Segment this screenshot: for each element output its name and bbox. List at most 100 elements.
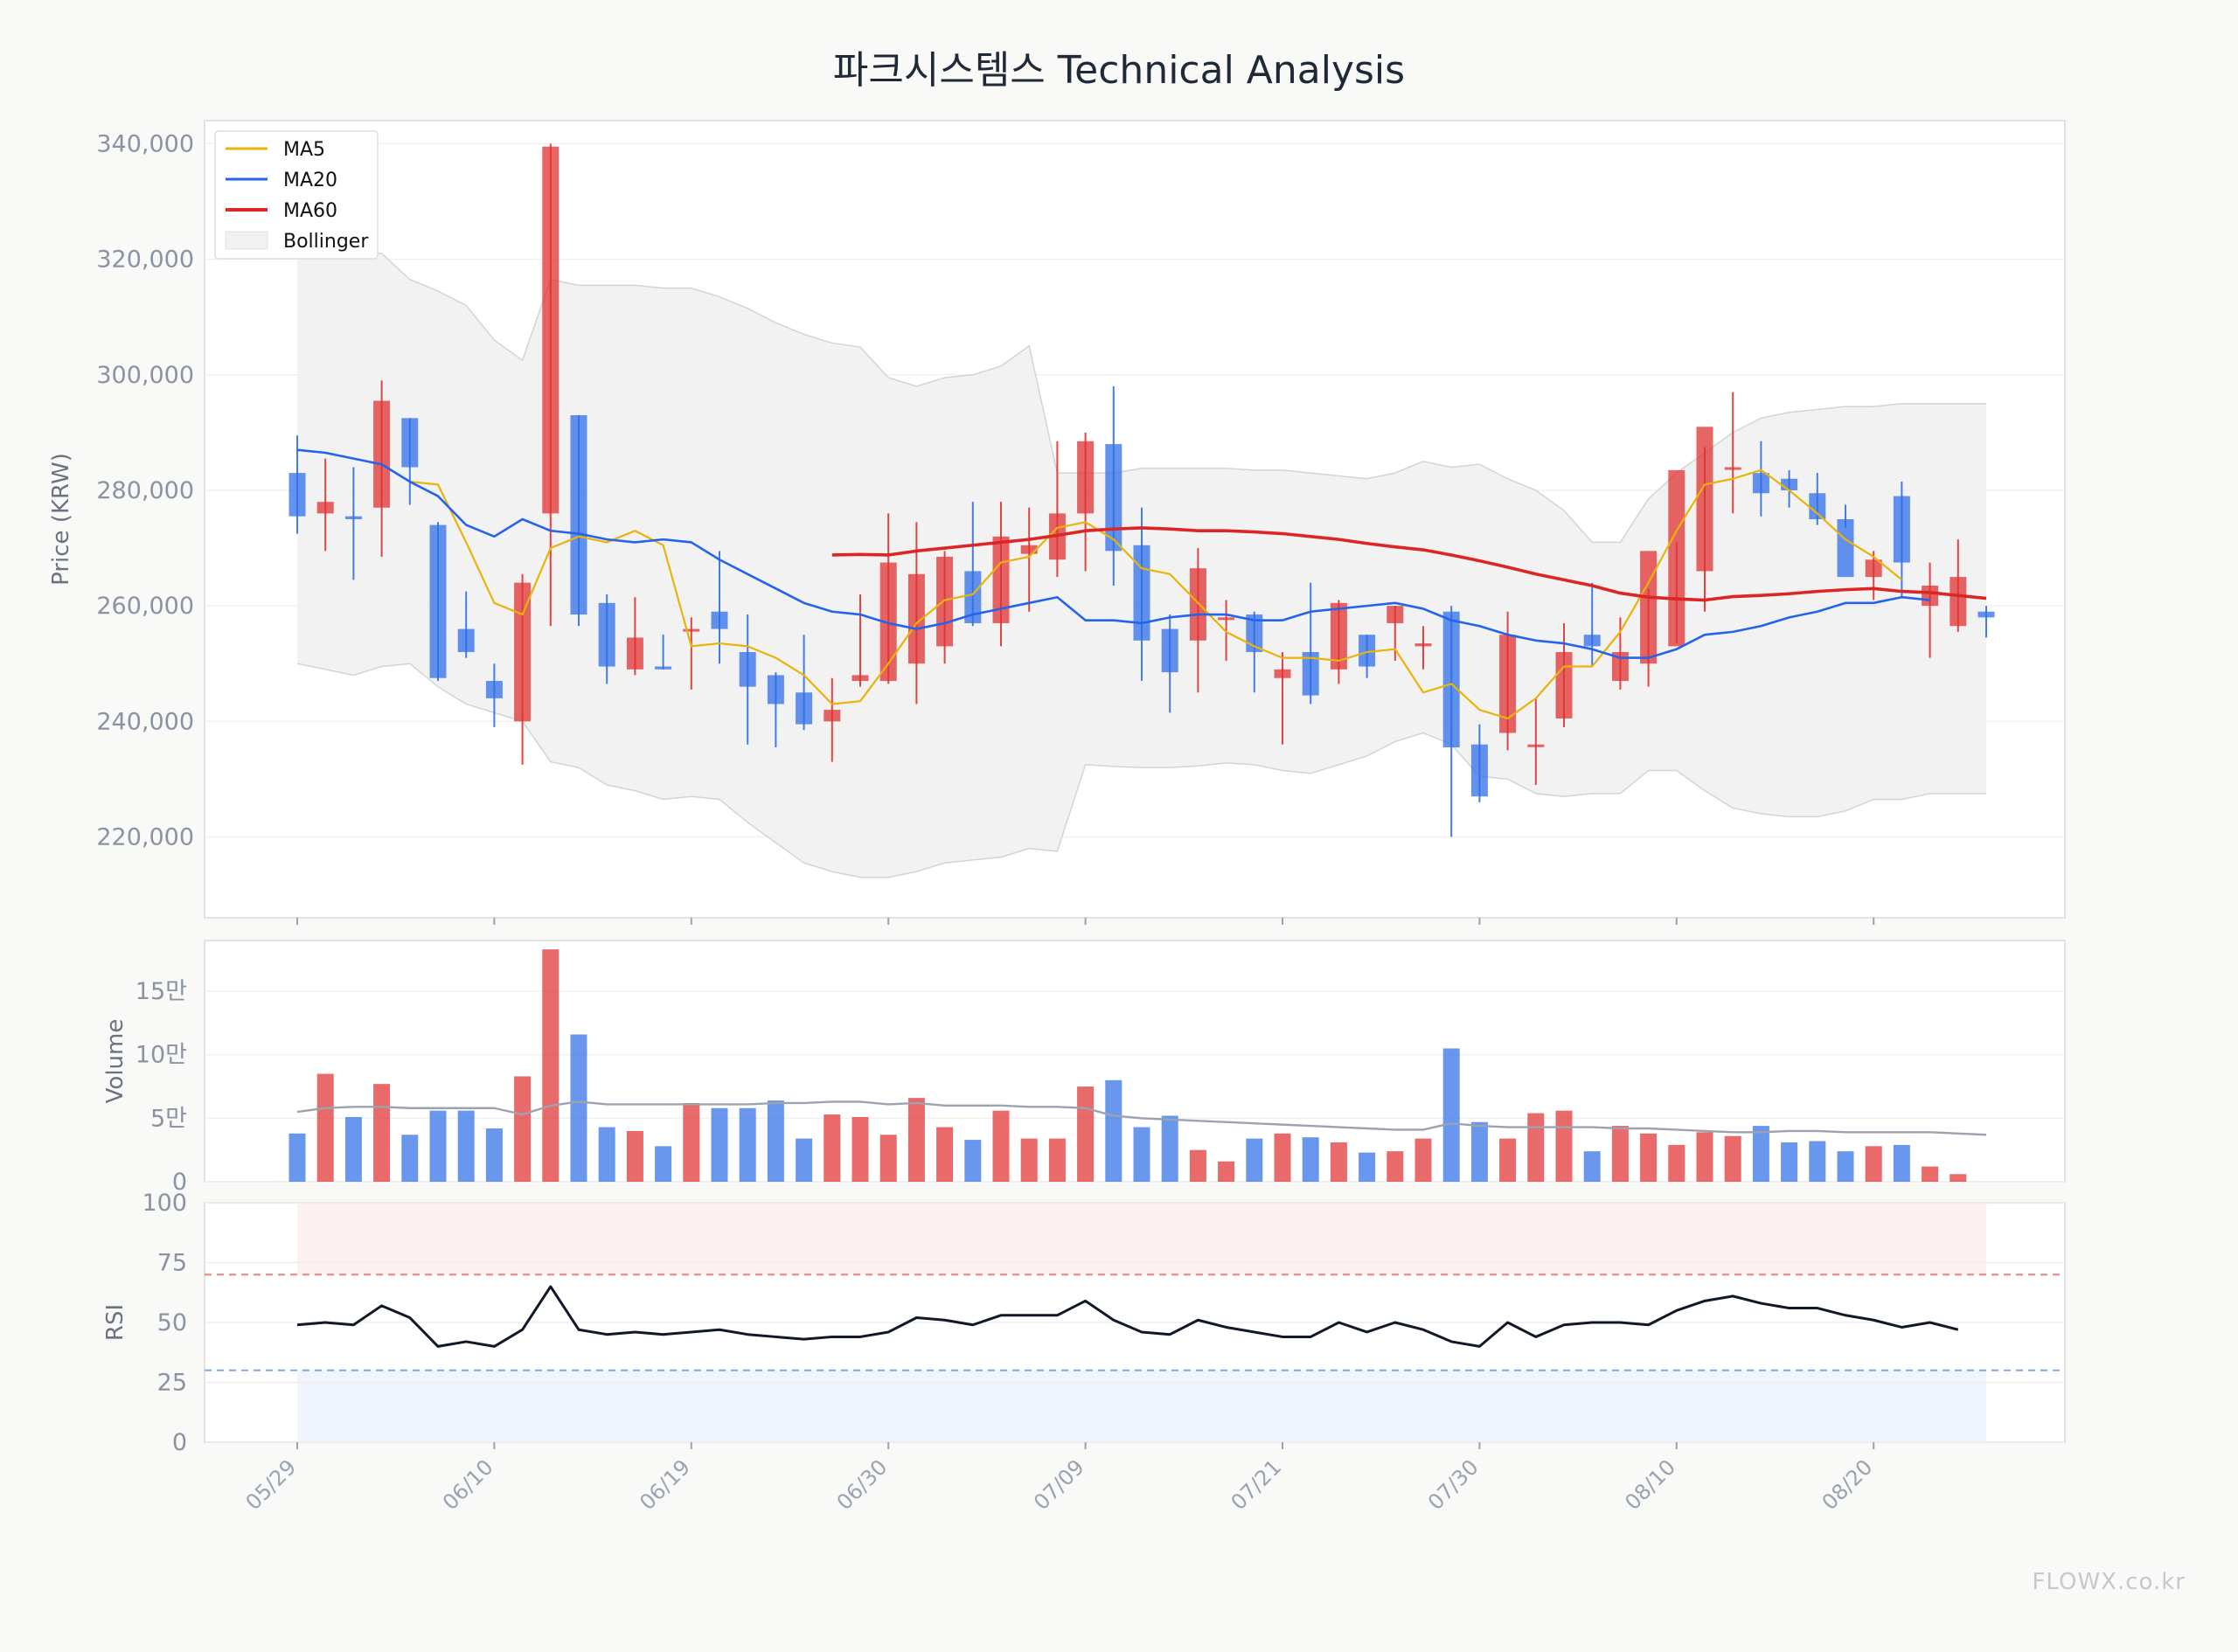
candle-body — [936, 556, 954, 647]
rsi-tick-label: 100 — [142, 1190, 187, 1217]
date-tick-label: 06/10 — [438, 1454, 498, 1515]
candle-body — [1922, 586, 1939, 607]
date-tick-label: 07/30 — [1423, 1454, 1484, 1515]
candle-body — [1161, 628, 1178, 673]
chart-title: 파크시스템스 Technical Analysis — [833, 48, 1405, 93]
volume-bar — [936, 1127, 954, 1182]
candle-body — [824, 710, 841, 722]
volume-bar — [879, 1135, 897, 1182]
rsi-oversold-zone — [297, 1370, 1986, 1442]
volume-bar — [542, 949, 560, 1182]
volume-tick-label: 5만 — [150, 1105, 187, 1132]
candle-body — [1470, 744, 1488, 797]
volume-bar — [1133, 1127, 1150, 1182]
price-axis-label: Price (KRW) — [48, 453, 74, 586]
volume-bar — [1527, 1113, 1545, 1182]
volume-bar — [1302, 1137, 1319, 1182]
candle-body — [316, 502, 334, 514]
candle-body — [1133, 545, 1150, 641]
volume-bar — [1499, 1138, 1517, 1182]
date-tick-label: 06/19 — [635, 1454, 695, 1515]
candle-body — [655, 666, 672, 670]
date-tick-label: 08/10 — [1620, 1454, 1680, 1515]
volume-bar — [570, 1034, 587, 1182]
price-tick-label: 220,000 — [96, 823, 194, 850]
volume-bar — [598, 1127, 615, 1182]
volume-bar — [767, 1100, 784, 1182]
candle-body — [1387, 606, 1404, 623]
volume-bar — [992, 1110, 1010, 1182]
volume-bar — [1470, 1121, 1488, 1182]
candle-body — [739, 652, 756, 687]
volume-bar — [1752, 1126, 1769, 1182]
candle-body — [683, 628, 700, 632]
candle-body — [1696, 427, 1713, 572]
candle-body — [1977, 611, 1995, 618]
volume-bar — [1724, 1135, 1741, 1182]
candle-body — [626, 637, 643, 670]
volume-bar — [1105, 1079, 1122, 1182]
candle-body — [851, 675, 869, 682]
volume-bar — [655, 1146, 672, 1182]
volume-bar — [1583, 1151, 1601, 1182]
candle-body — [1640, 551, 1658, 664]
volume-bar — [1442, 1048, 1460, 1182]
volume-bar — [514, 1076, 532, 1182]
volume-bar — [1893, 1144, 1910, 1182]
volume-axis-label: Volume — [102, 1019, 129, 1104]
volume-bar — [1218, 1161, 1235, 1182]
candle-body — [485, 681, 503, 698]
volume-bar — [1387, 1151, 1404, 1182]
volume-bar — [1922, 1166, 1939, 1182]
volume-bar — [1189, 1149, 1206, 1182]
candle-body — [514, 582, 532, 722]
volume-bar — [711, 1107, 728, 1182]
volume-bar — [1246, 1138, 1263, 1182]
rsi-tick-label: 0 — [172, 1429, 187, 1456]
candle-body — [288, 473, 306, 517]
volume-bar — [1330, 1142, 1347, 1182]
price-tick-label: 300,000 — [96, 362, 194, 389]
volume-bar — [485, 1128, 503, 1182]
candle-body — [1781, 478, 1798, 490]
candle-body — [767, 675, 784, 705]
volume-bar — [1809, 1141, 1826, 1182]
volume-bar — [1020, 1138, 1038, 1182]
volume-bar — [824, 1114, 841, 1182]
volume-bar — [796, 1138, 813, 1182]
candle-body — [1724, 467, 1741, 470]
volume-tick-label: 15만 — [136, 978, 187, 1005]
candle-body — [1950, 577, 1967, 627]
rsi-y-axis: 0 25 50 75 100 RSI — [102, 1190, 187, 1456]
candle-body — [1555, 652, 1573, 718]
rsi-tick-label: 50 — [157, 1309, 187, 1336]
candle-body — [542, 146, 560, 514]
volume-bar — [1359, 1152, 1376, 1182]
volume-bar — [683, 1102, 700, 1182]
volume-bar — [373, 1084, 391, 1182]
candle-body — [1583, 635, 1601, 647]
candle-body — [1077, 441, 1095, 514]
volume-bar — [288, 1133, 306, 1182]
candle-body — [1752, 473, 1769, 494]
volume-bar — [1555, 1110, 1573, 1182]
volume-bar — [851, 1116, 869, 1182]
legend-ma5-label: MA5 — [283, 139, 325, 161]
volume-bar — [1640, 1133, 1658, 1182]
candle-body — [373, 400, 391, 508]
volume-bar — [344, 1116, 362, 1182]
candle-body — [1189, 568, 1206, 641]
legend-ma20-label: MA20 — [283, 170, 337, 191]
volume-bar — [429, 1110, 447, 1182]
candle-body — [1809, 493, 1826, 519]
volume-bar — [1781, 1142, 1798, 1182]
volume-bar — [1837, 1151, 1854, 1182]
watermark: FLOWX.co.kr — [2032, 1569, 2186, 1595]
legend-bollinger-label: Bollinger — [283, 231, 369, 253]
candle-body — [796, 692, 813, 725]
volume-bar — [739, 1107, 756, 1182]
date-tick-label: 07/21 — [1227, 1454, 1287, 1515]
date-tick-label: 05/29 — [241, 1454, 302, 1515]
volume-bar — [1161, 1115, 1178, 1182]
volume-bar — [457, 1110, 475, 1182]
